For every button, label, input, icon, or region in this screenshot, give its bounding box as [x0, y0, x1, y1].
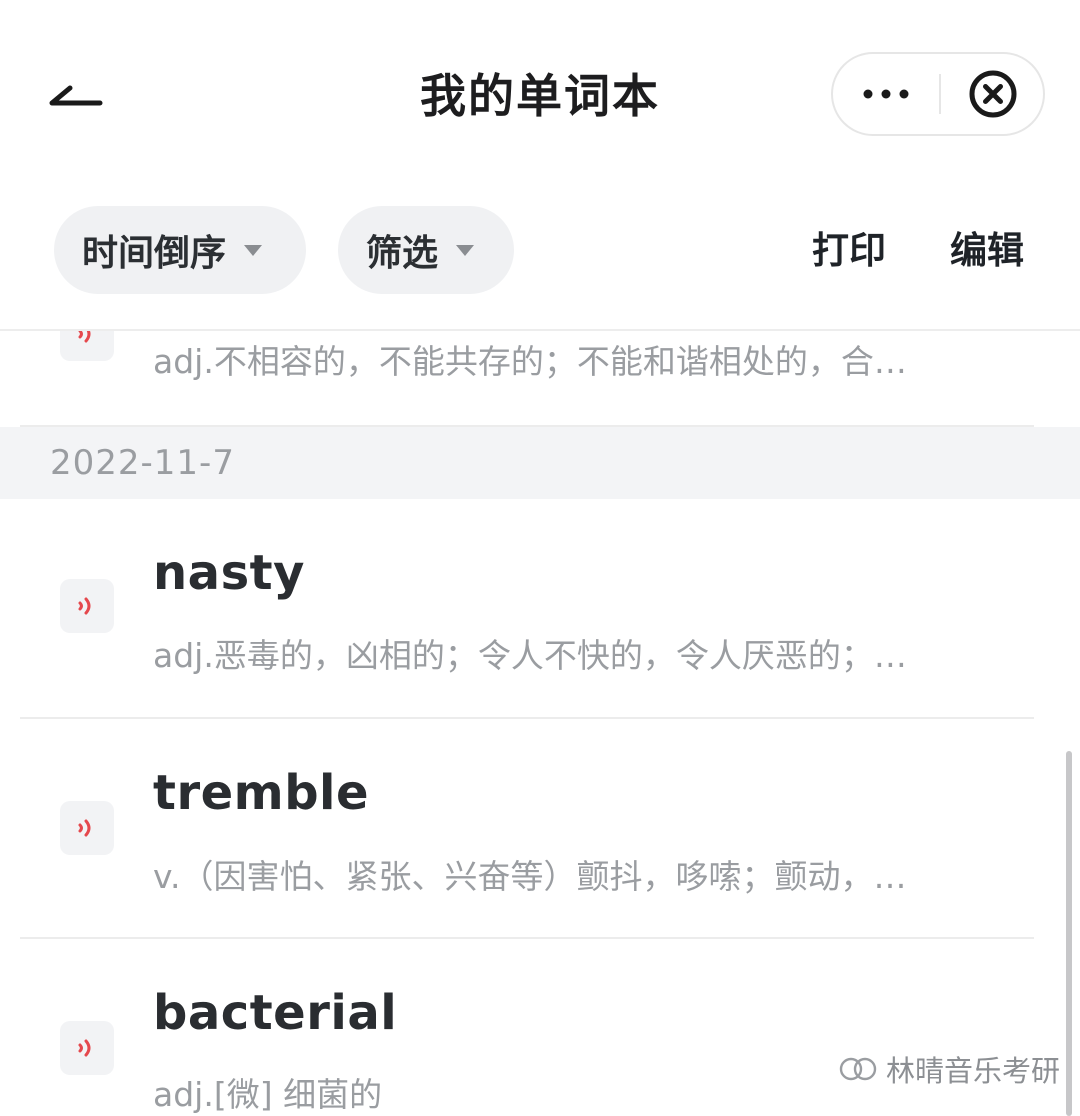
wordbook-page: 我的单词本 时间倒序 筛选 打印 编辑 adj.不相容的，不能共存的；不能和谐相… — [0, 0, 1080, 1116]
word-definition: v.（因害怕、紧张、兴奋等）颤抖，哆嗦；颤动，… — [153, 857, 907, 896]
word-definition: adj.不相容的，不能共存的；不能和谐相处的，合… — [153, 342, 907, 381]
watermark-text: 林晴音乐考研 — [886, 1054, 1061, 1088]
print-button[interactable]: 打印 — [812, 226, 886, 276]
watermark: 林晴音乐考研 — [838, 1044, 1060, 1094]
mini-program-capsule — [831, 52, 1045, 136]
speaker-wave-icon — [78, 597, 91, 615]
more-dots-icon — [863, 89, 909, 99]
sort-label: 时间倒序 — [82, 233, 227, 274]
word-list[interactable]: adj.不相容的，不能共存的；不能和谐相处的，合… 2022-11-7 nast… — [0, 331, 1080, 1116]
more-button[interactable] — [833, 54, 939, 134]
list-item[interactable]: tremble v.（因害怕、紧张、兴奋等）颤抖，哆嗦；颤动，… — [0, 719, 1080, 939]
speaker-wave-icon — [78, 331, 91, 343]
close-button[interactable] — [941, 54, 1045, 134]
word-text: tremble — [153, 765, 370, 821]
list-item[interactable]: adj.不相容的，不能共存的；不能和谐相处的，合… — [0, 331, 1080, 427]
pronounce-button[interactable] — [60, 1021, 114, 1075]
edit-button[interactable]: 编辑 — [950, 226, 1024, 276]
date-group-header: 2022-11-7 — [0, 427, 1080, 499]
pronounce-button[interactable] — [60, 801, 114, 855]
word-text: nasty — [153, 545, 305, 601]
caret-down-icon — [244, 244, 263, 256]
filter-label: 筛选 — [366, 233, 439, 274]
pronounce-button[interactable] — [60, 331, 114, 361]
caret-down-icon — [456, 244, 475, 256]
close-circle-icon — [969, 70, 1017, 118]
speaker-wave-icon — [78, 819, 91, 837]
sort-dropdown[interactable]: 时间倒序 — [54, 206, 306, 294]
wechat-channel-icon — [839, 1057, 877, 1081]
filter-dropdown[interactable]: 筛选 — [338, 206, 514, 294]
word-definition: adj.恶毒的，凶相的；令人不快的，令人厌恶的；… — [153, 636, 907, 675]
list-toolbar: 时间倒序 筛选 打印 编辑 — [0, 190, 1080, 330]
list-item[interactable]: nasty adj.恶毒的，凶相的；令人不快的，令人厌恶的；… — [0, 499, 1080, 719]
word-text: bacterial — [153, 985, 398, 1041]
scrollbar-thumb[interactable] — [1066, 751, 1072, 1116]
speaker-wave-icon — [78, 1039, 91, 1057]
pronounce-button[interactable] — [60, 579, 114, 633]
nav-header: 我的单词本 — [0, 0, 1080, 190]
